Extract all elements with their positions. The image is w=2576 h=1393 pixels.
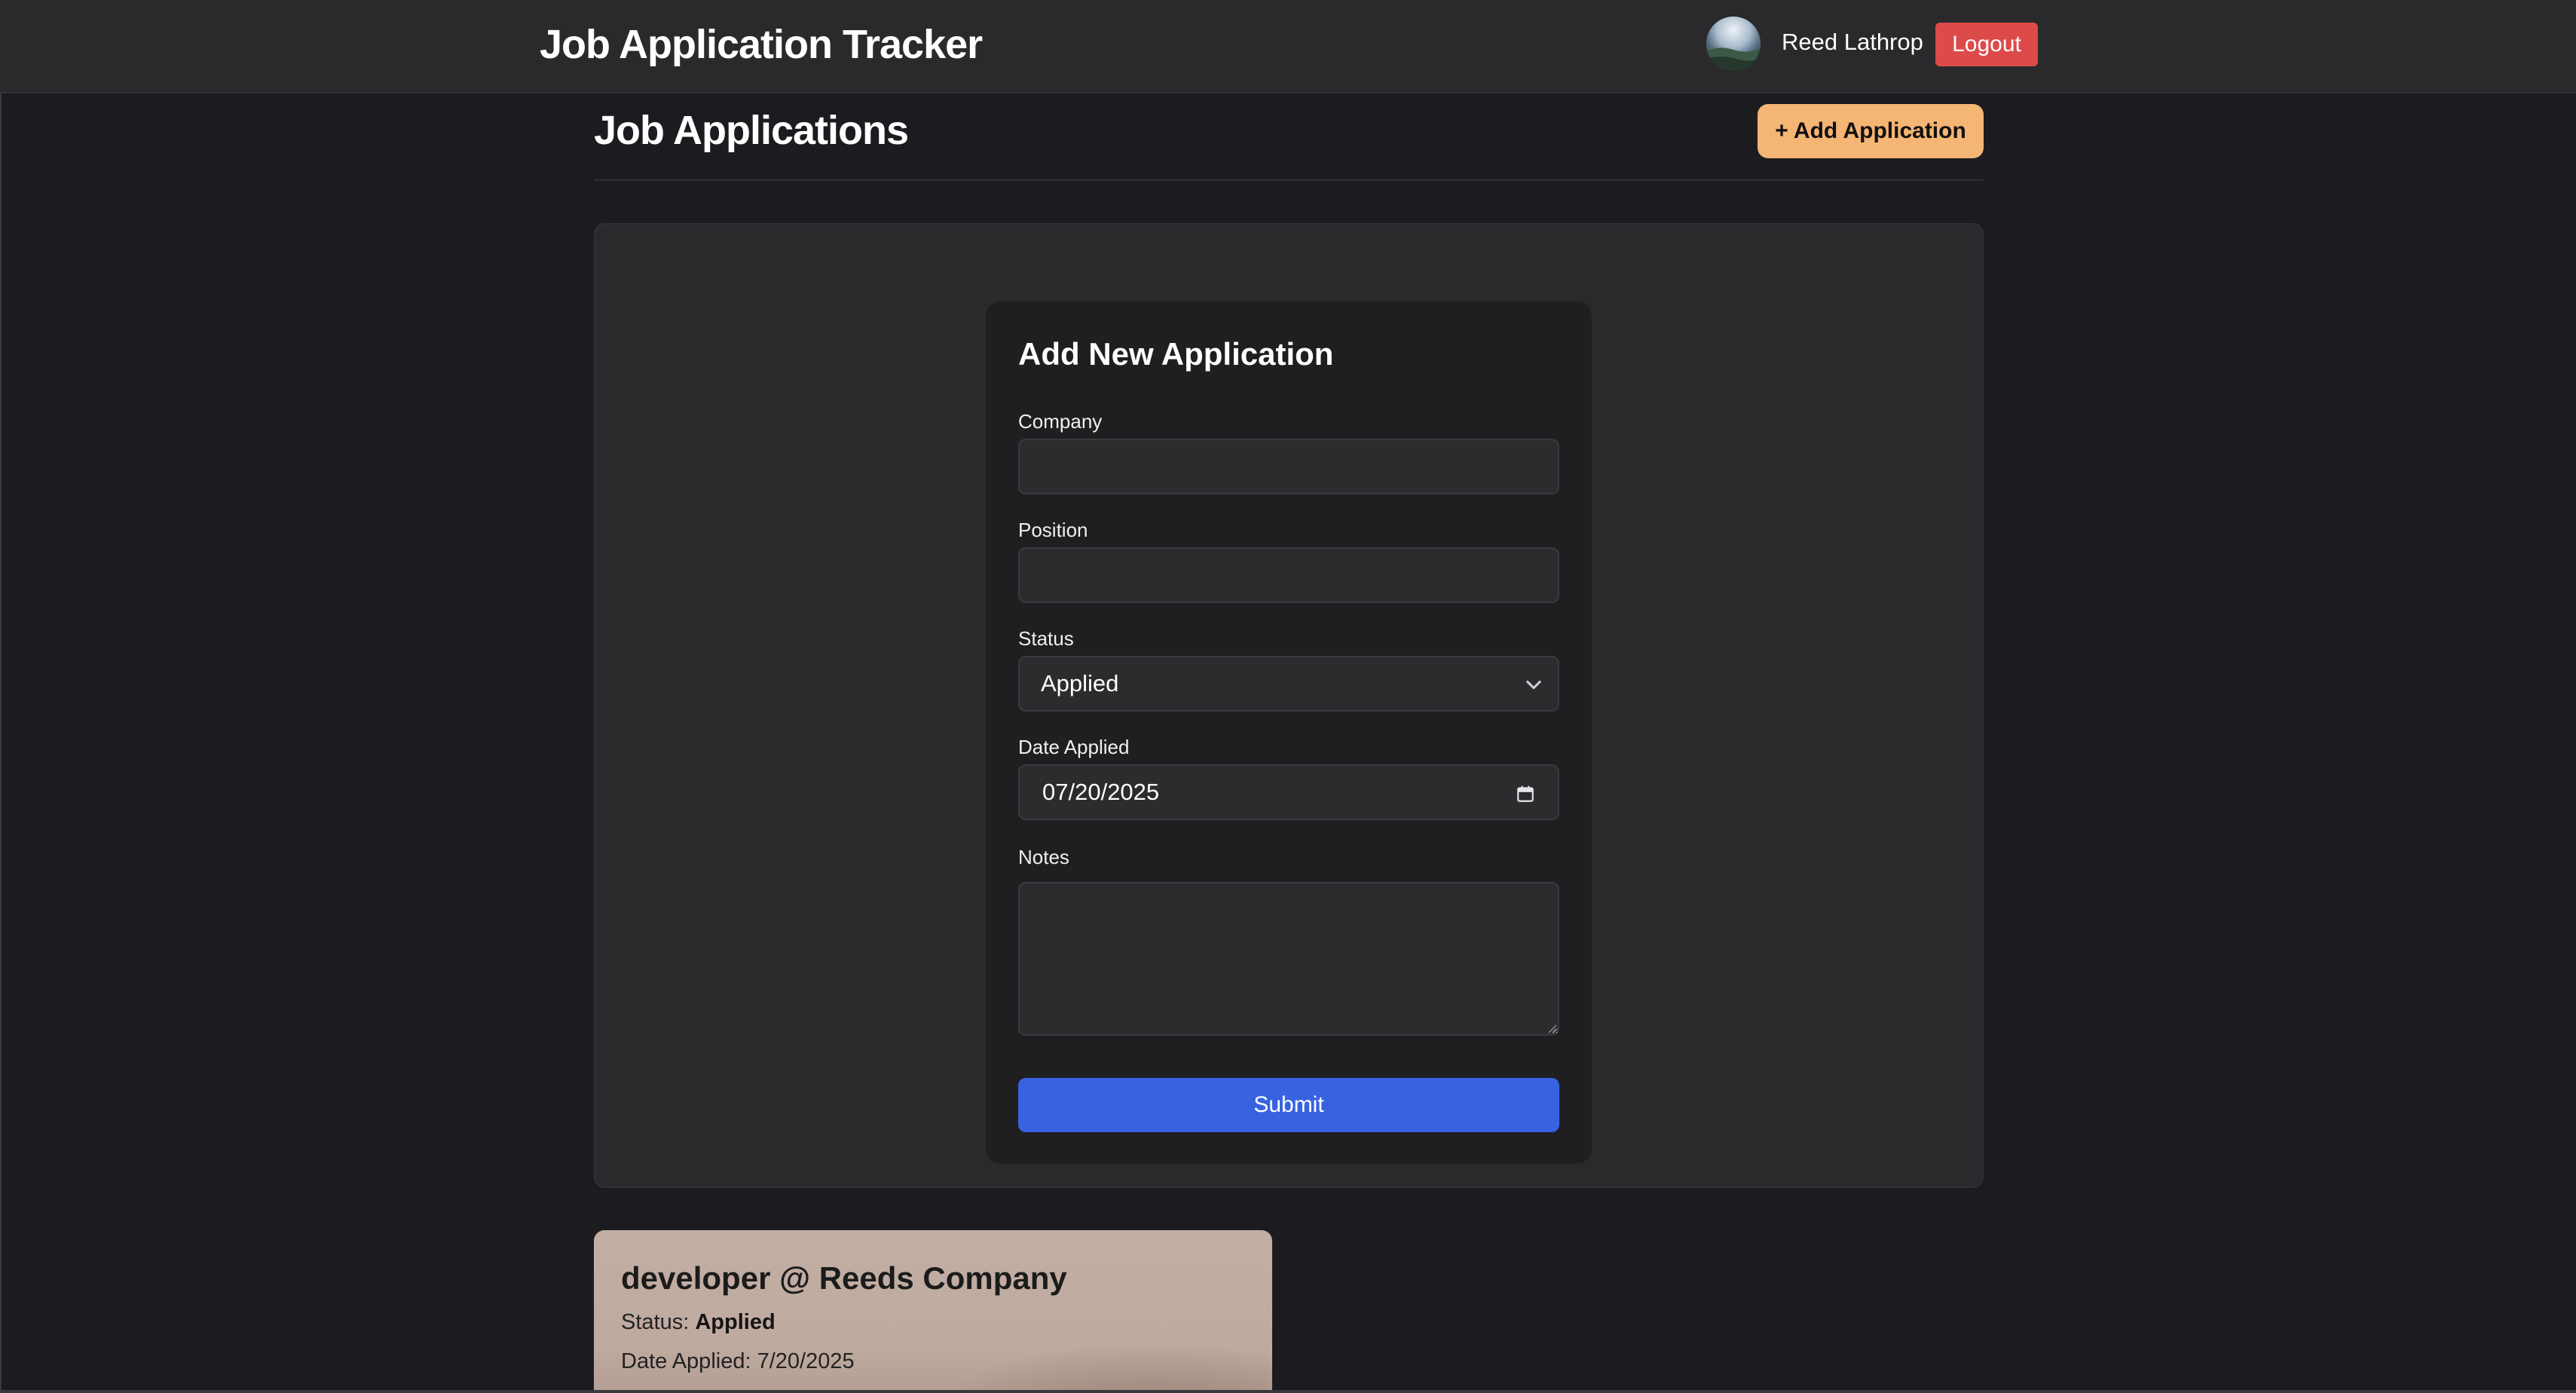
status-select[interactable]: Applied (1018, 656, 1559, 712)
notes-wrapper (1018, 882, 1559, 1036)
user-name: Reed Lathrop (1782, 29, 1923, 55)
resize-handle-icon[interactable] (1546, 1022, 1558, 1034)
user-avatar-icon[interactable] (1706, 17, 1761, 71)
notes-label: Notes (1018, 846, 1069, 868)
position-label: Position (1018, 519, 1088, 541)
company-label: Company (1018, 410, 1103, 433)
status-selected-value: Applied (1041, 670, 1119, 696)
page: Job Application Tracker Reed Lathrop Log… (0, 0, 2576, 1393)
status-label: Status (1018, 627, 1074, 650)
application-card[interactable]: developer @ Reeds Company Status: Applie… (594, 1230, 1272, 1393)
app-title: Job Application Tracker (540, 22, 983, 67)
calendar-icon[interactable] (1516, 784, 1535, 804)
date-applied-input[interactable]: 07/20/2025 (1018, 764, 1559, 820)
window-bottom-edge (0, 1390, 2576, 1393)
application-status-value: Applied (695, 1310, 776, 1334)
date-applied-label: Date Applied (1018, 736, 1130, 758)
form-title: Add New Application (1018, 336, 1334, 372)
add-application-button[interactable]: + Add Application (1758, 104, 1984, 158)
logout-button[interactable]: Logout (1935, 23, 2038, 66)
application-title: developer @ Reeds Company (621, 1260, 1067, 1296)
application-status: Status: Applied (621, 1310, 776, 1335)
date-applied-value: 07/20/2025 (1042, 779, 1160, 805)
chevron-down-icon (1526, 680, 1541, 690)
window-edge (0, 0, 2, 1393)
card-shadow (925, 1343, 1272, 1393)
application-date: Date Applied: 7/20/2025 (621, 1349, 855, 1373)
company-input[interactable] (1018, 439, 1559, 494)
top-navbar: Job Application Tracker Reed Lathrop Log… (0, 0, 2576, 93)
page-title: Job Applications (594, 108, 909, 153)
divider (594, 179, 1984, 181)
notes-textarea[interactable] (1018, 882, 1559, 1036)
submit-button[interactable]: Submit (1018, 1078, 1559, 1132)
avatar-image (1706, 17, 1761, 71)
position-input[interactable] (1018, 547, 1559, 603)
application-status-label: Status: (621, 1310, 696, 1334)
